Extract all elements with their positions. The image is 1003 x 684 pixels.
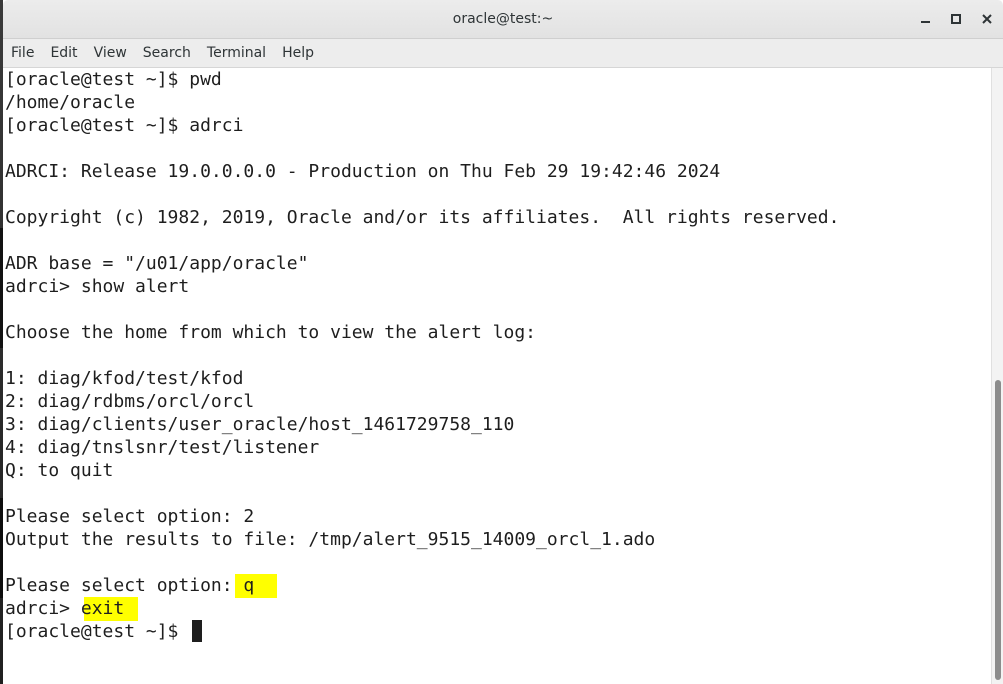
terminal-line: [oracle@test ~]$ — [5, 621, 190, 642]
terminal-cursor — [192, 620, 202, 642]
terminal-line: /home/oracle — [5, 92, 136, 113]
minimize-icon — [920, 21, 930, 23]
menu-help[interactable]: Help — [274, 39, 322, 67]
menu-edit[interactable]: Edit — [42, 39, 85, 67]
terminal-line: Copyright (c) 1982, 2019, Oracle and/or … — [5, 207, 840, 228]
scrollbar-thumb[interactable] — [995, 380, 1001, 680]
menu-view[interactable]: View — [86, 39, 135, 67]
terminal-line: 3: diag/clients/user_oracle/host_1461729… — [5, 414, 515, 435]
terminal-line: 2: diag/rdbms/orcl/orcl — [5, 391, 255, 412]
minimize-button[interactable] — [915, 9, 935, 29]
maximize-button[interactable] — [946, 9, 966, 29]
window-title: oracle@test:~ — [452, 11, 554, 27]
title-bar[interactable]: oracle@test:~ — [3, 0, 1003, 39]
terminal-line: adrci> exit — [5, 598, 125, 619]
terminal-line: adrci> show alert — [5, 276, 190, 297]
maximize-icon — [951, 14, 961, 24]
terminal-line: [oracle@test ~]$ pwd — [5, 69, 222, 90]
close-button[interactable] — [977, 9, 997, 29]
terminal-line: Please select option: q — [5, 575, 255, 596]
menu-bar: File Edit View Search Terminal Help — [3, 39, 1003, 68]
terminal-line: [oracle@test ~]$ adrci — [5, 115, 244, 136]
terminal-line: 4: diag/tnslsnr/test/listener — [5, 437, 320, 458]
terminal-line: ADRCI: Release 19.0.0.0.0 - Production o… — [5, 161, 721, 182]
close-icon — [982, 14, 992, 24]
terminal-line: 1: diag/kfod/test/kfod — [5, 368, 244, 389]
terminal-output[interactable]: [oracle@test ~]$ pwd /home/oracle [oracl… — [3, 68, 991, 684]
terminal-line: Choose the home from which to view the a… — [5, 322, 537, 343]
menu-file[interactable]: File — [3, 39, 42, 67]
terminal-line: Q: to quit — [5, 460, 114, 481]
terminal-line: ADR base = "/u01/app/oracle" — [5, 253, 309, 274]
terminal-window: oracle@test:~ File Edit View Search Term… — [3, 0, 1003, 684]
menu-search[interactable]: Search — [135, 39, 199, 67]
menu-terminal[interactable]: Terminal — [199, 39, 274, 67]
terminal-line: Please select option: 2 — [5, 506, 255, 527]
scrollbar[interactable] — [991, 68, 1003, 684]
terminal-line: Output the results to file: /tmp/alert_9… — [5, 529, 656, 550]
